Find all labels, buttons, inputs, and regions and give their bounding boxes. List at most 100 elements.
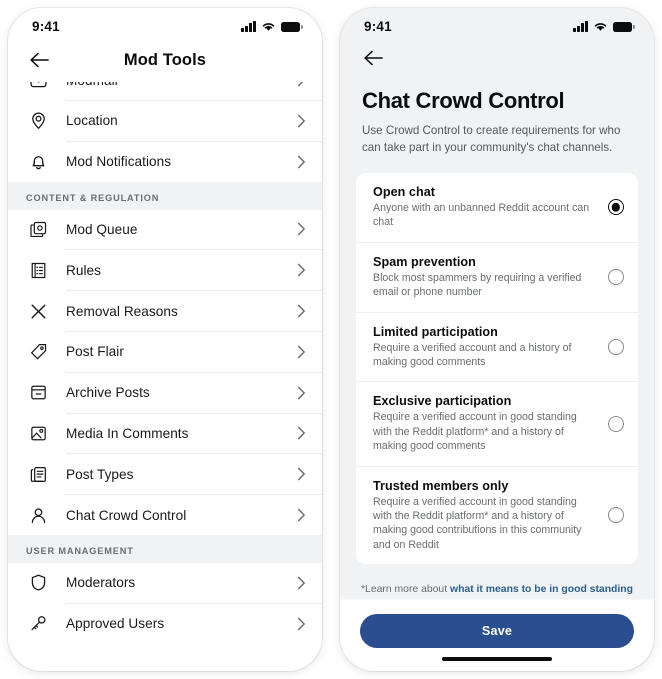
sidebar-item-label: Location [66,113,118,129]
sidebar-item-media-in-comments[interactable]: Media In Comments [8,413,322,454]
chevron-right-icon [297,508,306,522]
sidebar-item-approved-users[interactable]: Approved Users [8,603,322,644]
sidebar-item-label: Removal Reasons [66,303,178,319]
radio-button-limited-participation[interactable] [608,339,624,356]
right-header: Chat Crowd Control Use Crowd Control to … [340,78,654,156]
page-title: Chat Crowd Control [362,88,565,113]
bell-icon [26,150,50,174]
rules-list-icon [26,258,50,282]
battery-icon [613,21,635,32]
sidebar-item-post-types[interactable]: Post Types [8,454,322,495]
status-icons [573,20,635,32]
crowd-control-options-card: Open chat Anyone with an unbanned Reddit… [356,173,638,565]
sidebar-item-location[interactable]: Location [8,101,322,141]
sidebar-item-label: Modmail [66,82,297,88]
sidebar-item-post-flair[interactable]: Post Flair [8,331,322,372]
status-icons [241,20,303,32]
sidebar-item-label: Post Types [66,466,134,482]
image-icon [26,421,50,445]
left-phone-frame: 9:41 Mod Tools Location Mod Notification… [8,8,322,671]
left-navbar: Mod Tools [8,38,322,82]
status-bar-left: 9:41 [8,8,322,38]
option-description: Block most spammers by requiring a verif… [373,271,582,299]
save-bar: Save [340,599,654,671]
chevron-right-icon [297,263,306,277]
post-types-icon [26,462,50,486]
mod-tools-list[interactable]: Modmail Location [8,82,322,671]
radio-button-open-chat[interactable] [608,199,624,216]
location-pin-icon [26,109,50,133]
key-icon [26,612,50,636]
section-header-content-regulation: CONTENT & REGULATION [8,181,322,210]
option-exclusive-participation[interactable]: Exclusive participation Require a verifi… [356,381,638,465]
wifi-icon [594,22,607,31]
status-time: 9:41 [32,18,60,34]
status-time: 9:41 [364,18,392,34]
chevron-right-icon [297,386,306,400]
option-text: Trusted members only Require a verified … [373,479,608,553]
status-bar-right: 9:41 [340,8,654,38]
chevron-right-icon [297,304,306,318]
archive-box-icon [26,381,50,405]
sidebar-item-moderators[interactable]: Moderators [8,562,322,603]
sidebar-item-label: Rules [66,262,102,278]
sidebar-item-chat-crowd-control[interactable]: Chat Crowd Control [8,495,322,535]
home-indicator [442,656,552,661]
radio-button-exclusive-participation[interactable] [608,416,624,433]
cellular-signal-icon [241,20,256,32]
option-limited-participation[interactable]: Limited participation Require a verified… [356,311,638,382]
chevron-right-icon [297,82,306,87]
page-description: Use Crowd Control to create requirements… [362,124,621,154]
chevron-right-icon [297,426,306,440]
right-navbar [340,38,654,78]
sidebar-item-archive-posts[interactable]: Archive Posts [8,372,322,413]
option-trusted-members-only[interactable]: Trusted members only Require a verified … [356,465,638,565]
page-title: Mod Tools [123,50,207,69]
save-button[interactable]: Save [360,614,634,648]
option-open-chat[interactable]: Open chat Anyone with an unbanned Reddit… [356,173,638,242]
option-text: Spam prevention Block most spammers by r… [373,255,608,300]
back-arrow-icon[interactable] [360,45,386,71]
option-text: Exclusive participation Require a verifi… [373,394,608,453]
radio-button-spam-prevention[interactable] [608,269,624,286]
sidebar-item-mod-notifications[interactable]: Mod Notifications [8,141,322,182]
option-description: Require a verified account and a history… [373,341,572,369]
option-title: Trusted members only [373,478,509,493]
footnote: *Learn more about what it means to be in… [356,582,638,597]
option-description: Require a verified account in good stand… [373,411,577,453]
chevron-right-icon [297,345,306,359]
back-arrow-icon[interactable] [26,47,52,73]
chevron-right-icon [297,222,306,236]
option-description: Require a verified account in good stand… [373,495,582,551]
wifi-icon [262,22,275,31]
good-standing-link[interactable]: what it means to be in good standing [450,584,633,595]
sidebar-item-mod-queue[interactable]: Mod Queue [8,209,322,250]
option-title: Limited participation [373,324,498,339]
sidebar-item-label: Mod Notifications [66,154,172,170]
option-text: Open chat Anyone with an unbanned Reddit… [373,185,608,230]
sidebar-item-label: Chat Crowd Control [66,507,187,523]
cellular-signal-icon [573,20,588,32]
sidebar-item-label: Moderators [66,575,136,591]
sidebar-item-label: Post Flair [66,344,124,360]
chevron-right-icon [297,467,306,481]
right-phone-frame: 9:41 Chat Crowd Control Use Crowd Contro [340,8,654,671]
partial-row-clip: Modmail [8,82,322,100]
chevron-right-icon [297,576,306,590]
chevron-right-icon [297,114,306,128]
option-spam-prevention[interactable]: Spam prevention Block most spammers by r… [356,241,638,312]
option-text: Limited participation Require a verified… [373,325,608,370]
screenshot-stage: 9:41 Mod Tools Location Mod Notification… [0,0,662,679]
mod-queue-icon [26,217,50,241]
option-title: Spam prevention [373,254,476,269]
sidebar-item-rules[interactable]: Rules [8,250,322,291]
sidebar-item-label: Mod Queue [66,221,138,237]
sidebar-item-removal-reasons[interactable]: Removal Reasons [8,291,322,331]
sidebar-item-modmail[interactable]: Modmail [8,82,322,100]
option-title: Exclusive participation [373,394,512,409]
tag-icon [26,340,50,364]
person-icon [26,503,50,527]
radio-button-trusted-members-only[interactable] [608,507,624,524]
close-x-icon [26,299,50,323]
battery-icon [281,21,303,32]
